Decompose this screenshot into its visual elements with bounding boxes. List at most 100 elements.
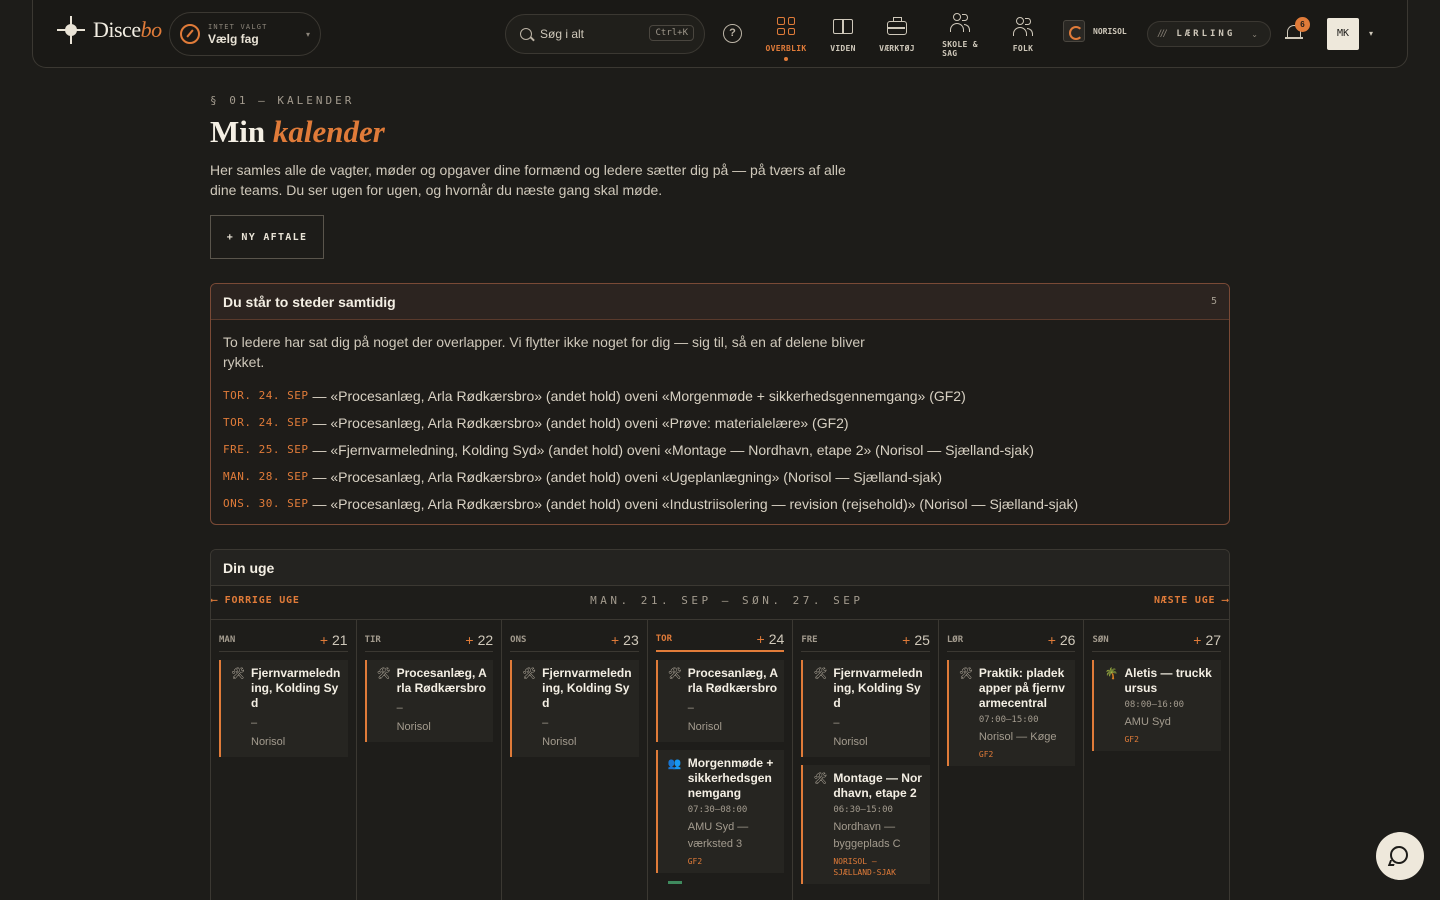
global-search[interactable]: Søg i alt Ctrl+K	[505, 14, 705, 54]
day-column-tir: TIR +22 🛠 Procesanlæg, Arla Rødkærsbro – Nori…	[357, 620, 503, 900]
day-header: SØN +27	[1092, 628, 1222, 652]
chevron-down-icon: ⌄	[1251, 30, 1258, 39]
event-card[interactable]: 🛠 Procesanlæg, Arla Rødkærsbro – Norisol	[364, 660, 494, 742]
week-panel: Din uge ⟵ FORRIGE UGE MAN. 21. SEP – SØN…	[210, 549, 1230, 900]
event-card[interactable]: 🛠 Fjernvarmeledning, Kolding Syd – Norisol	[510, 660, 639, 757]
page-title: Min kalender	[210, 114, 385, 149]
event-title: Procesanlæg, Arla Rødkærsbro	[396, 666, 487, 695]
brand-logo[interactable]: Discebo	[57, 16, 162, 44]
next-week-link[interactable]: NÆSTE UGE ⟶	[1154, 595, 1229, 606]
subject-picker[interactable]: INTET VALGT Vælg fag ▾	[169, 12, 321, 56]
conflict-item[interactable]: MAN. 28. SEP — «Procesanlæg, Arla Rødkærs…	[223, 463, 1217, 490]
day-column-fre: FRE +25 🛠 Fjernvarmeledning, Kolding Syd – No…	[793, 620, 939, 900]
nav-folk[interactable]: FOLK	[993, 16, 1053, 53]
event-location: Nordhavn — byggeplads C	[833, 821, 901, 850]
event-location: Norisol — Køge	[978, 731, 1057, 743]
conflict-panel-title: Du står to steder samtidig	[223, 293, 396, 310]
briefcase-icon	[886, 16, 908, 38]
day-name: FRE	[801, 634, 818, 645]
conflict-text: — «Procesanlæg, Arla Rødkærsbro» (andet …	[312, 414, 849, 431]
event-card[interactable]: 🛠 Montage — Nordhavn, etape 2 06:30–15:00 N…	[801, 765, 930, 884]
add-event-icon[interactable]: +	[1048, 632, 1056, 648]
day-date[interactable]: +22	[465, 632, 493, 648]
help-icon[interactable]: ?	[723, 24, 742, 43]
add-event-icon[interactable]: +	[902, 632, 910, 648]
nav-viden[interactable]: VIDEN	[813, 16, 873, 53]
chat-button[interactable]	[1376, 832, 1424, 880]
chevron-down-icon: ▾	[305, 30, 310, 39]
day-date[interactable]: +27	[1193, 632, 1221, 648]
conflict-date: FRE. 25. SEP	[223, 443, 309, 456]
day-name: TOR	[655, 634, 672, 644]
day-date[interactable]: +23	[611, 632, 639, 648]
conflict-item[interactable]: ONS. 30. SEP — «Procesanlæg, Arla Rødkærs…	[223, 490, 1217, 517]
event-time: 08:00–16:00	[1124, 700, 1185, 710]
organization-switcher[interactable]: NORISOL	[1063, 20, 1127, 42]
user-avatar[interactable]: MK	[1327, 18, 1359, 50]
event-time: 07:30–08:00	[687, 805, 748, 815]
tools-icon: 🛠	[813, 668, 828, 680]
conflict-item[interactable]: TOR. 24. SEP — «Procesanlæg, Arla Rødkærs…	[223, 382, 1217, 409]
event-location: –	[687, 702, 694, 714]
event-card[interactable]: 🌴 Aletis — truckkursus 08:00–16:00 AMU Syd G…	[1092, 660, 1222, 751]
event-title: Montage — Nordhavn, etape 2	[833, 771, 922, 800]
conflict-date: ONS. 30. SEP	[223, 497, 309, 510]
conflict-item[interactable]: TOR. 24. SEP — «Procesanlæg, Arla Rødkærs…	[223, 409, 1217, 436]
role-selector[interactable]: /// LÆRLING ⌄	[1147, 21, 1271, 47]
people-icon	[949, 12, 971, 34]
conflict-date: MAN. 28. SEP	[223, 470, 309, 483]
event-location: –	[251, 717, 258, 729]
add-event-icon[interactable]: +	[465, 632, 473, 648]
add-event-icon[interactable]: +	[611, 632, 619, 648]
event-team: NORISOL — SJÆLLAND-SJAK	[833, 857, 896, 877]
event-location: AMU Syd — værksted 3	[687, 821, 749, 850]
event-location: –	[542, 717, 549, 729]
day-date[interactable]: +24	[757, 631, 785, 647]
add-event-icon[interactable]: +	[320, 632, 328, 648]
event-card[interactable]: 🛠 Fjernvarmeledning, Kolding Syd – Norisol	[801, 660, 930, 757]
day-date[interactable]: +25	[902, 632, 930, 648]
day-column-søn: SØN +27 🌴 Aletis — truckkursus 08:00–16:00 AM…	[1084, 620, 1229, 900]
brand-wordmark: Discebo	[93, 17, 162, 42]
nav-vaerktoej-label: VÆRKTØJ	[879, 44, 915, 53]
event-card-peek[interactable]	[667, 881, 682, 884]
day-date[interactable]: +21	[320, 632, 348, 648]
event-card[interactable]: 🛠 Fjernvarmeledning, Kolding Syd – Norisol	[219, 660, 348, 757]
chevron-down-icon[interactable]: ▾	[1369, 29, 1373, 38]
week-panel-title: Din uge	[223, 559, 275, 576]
week-panel-header: Din uge	[211, 550, 1229, 586]
section-eyebrow: § 01 — KALENDER	[210, 94, 355, 107]
conflict-text: — «Procesanlæg, Arla Rødkærsbro» (andet …	[312, 387, 966, 404]
nav-vaerktoej[interactable]: VÆRKTØJ	[867, 16, 927, 53]
previous-week-link[interactable]: ⟵ FORRIGE UGE	[211, 595, 300, 606]
compass-logo-icon	[57, 16, 85, 44]
role-label: LÆRLING	[1176, 29, 1236, 39]
palm-icon: 🌴	[1104, 668, 1119, 680]
event-organization: Norisol	[251, 736, 286, 748]
subject-picker-label: Vælg fag	[208, 31, 259, 46]
conflict-item[interactable]: FRE. 25. SEP — «Fjernvarmeledning, Koldin…	[223, 436, 1217, 463]
event-card[interactable]: 🛠 Procesanlæg, Arla Rødkærsbro – Norisol	[655, 660, 785, 742]
nav-overblik[interactable]: OVERBLIK	[756, 16, 816, 61]
page-intro: Her samles alle de vagter, møder og opga…	[210, 162, 846, 198]
nav-skole-sag[interactable]: SKOLE & SAG	[930, 12, 990, 58]
add-event-icon[interactable]: +	[1193, 632, 1201, 648]
event-organization: Norisol	[833, 736, 868, 748]
day-date[interactable]: +26	[1048, 632, 1076, 648]
add-event-icon[interactable]: +	[757, 631, 765, 647]
tools-icon: 🛠	[522, 668, 537, 680]
nav-viden-label: VIDEN	[830, 44, 856, 53]
new-appointment-button[interactable]: + NY AFTALE	[210, 215, 324, 259]
event-location: –	[833, 717, 840, 729]
event-title: Procesanlæg, Arla Rødkærsbro	[687, 666, 778, 695]
event-card[interactable]: 👥 Morgenmøde + sikkerhedsgennemgang 07:30–…	[655, 750, 785, 873]
week-range: MAN. 21. SEP – SØN. 27. SEP	[590, 594, 864, 607]
event-card[interactable]: 🛠 Praktik: pladekapper på fjernvarmecentr…	[946, 660, 1076, 766]
event-location: AMU Syd	[1124, 716, 1171, 728]
event-organization: Norisol	[687, 721, 722, 733]
notifications-bell-icon[interactable]: 6	[1285, 17, 1310, 43]
day-name: MAN	[219, 634, 236, 645]
notification-count-badge: 6	[1295, 17, 1310, 32]
tools-icon: 🛠	[231, 668, 245, 680]
day-header: ONS +23	[510, 628, 639, 652]
